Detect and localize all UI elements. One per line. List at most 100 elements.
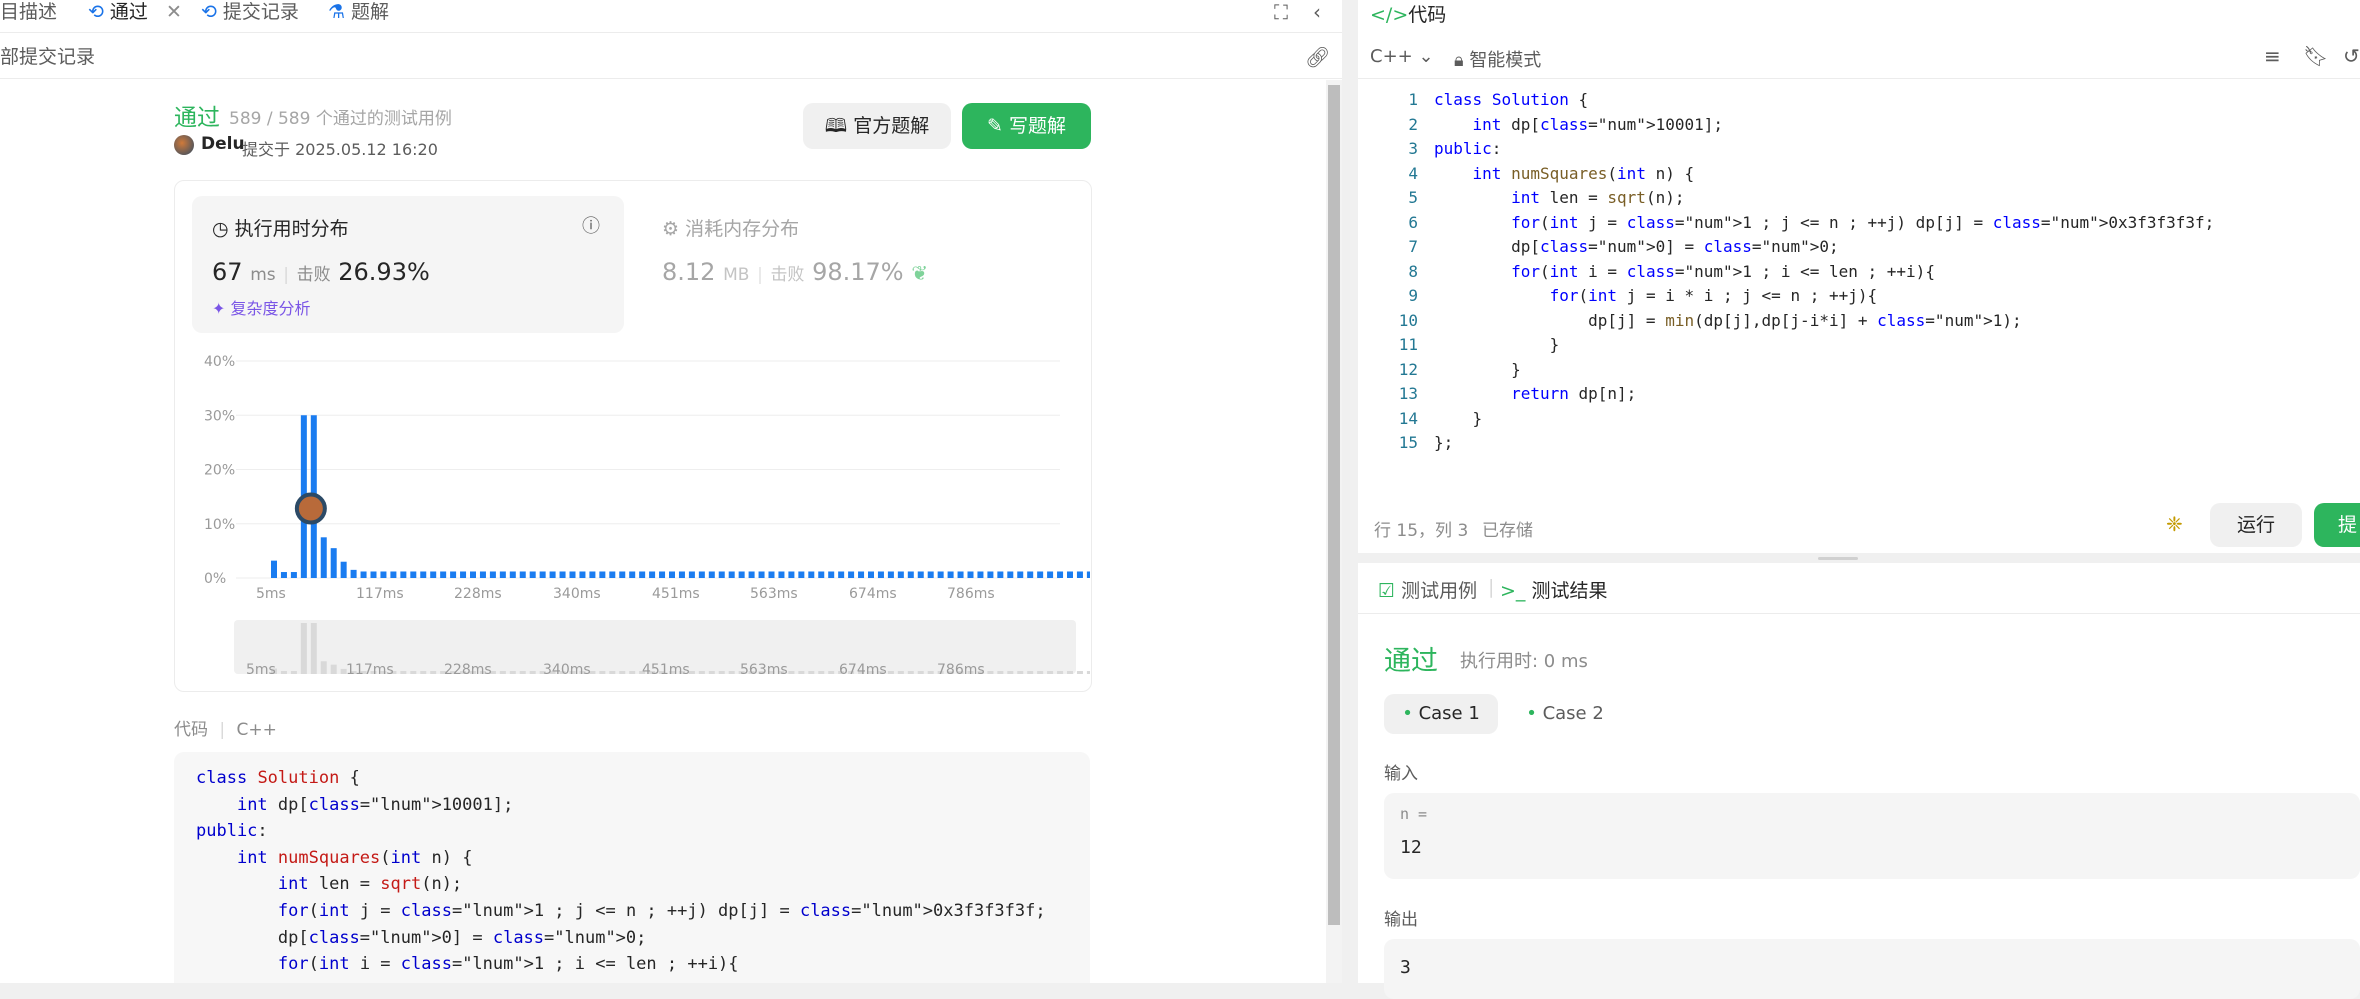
- chart-bar[interactable]: [987, 571, 994, 578]
- chart-bar[interactable]: [698, 571, 705, 578]
- tab-testcases[interactable]: ☑ 测试用例: [1378, 576, 1477, 603]
- chart-bar[interactable]: [818, 571, 825, 578]
- output-box[interactable]: 3: [1384, 939, 2360, 999]
- bookmark-icon[interactable]: 🔖︎: [2303, 44, 2328, 68]
- chart-bar[interactable]: [529, 571, 536, 578]
- chart-bar[interactable]: [410, 571, 417, 578]
- chart-bar[interactable]: [1037, 571, 1044, 578]
- complexity-analysis-link[interactable]: ✦ 复杂度分析: [212, 295, 311, 319]
- chart-bar[interactable]: [350, 569, 357, 578]
- chart-bar[interactable]: [798, 571, 805, 578]
- chart-bar[interactable]: [669, 571, 675, 578]
- chart-bar[interactable]: [868, 571, 874, 578]
- write-solution-button[interactable]: ✎ 写题解: [962, 103, 1091, 149]
- chart-bar[interactable]: [718, 571, 725, 578]
- chart-bar[interactable]: [599, 571, 606, 578]
- code-line[interactable]: }: [1434, 360, 1521, 379]
- chart-bar[interactable]: [1007, 571, 1014, 578]
- code-line[interactable]: }: [1434, 335, 1560, 354]
- chart-bar[interactable]: [828, 571, 835, 578]
- input-box[interactable]: n = 12: [1384, 793, 2360, 879]
- chart-bar[interactable]: [420, 571, 427, 578]
- memory-title[interactable]: ⚙ 消耗内存分布: [662, 214, 799, 241]
- chart-bar[interactable]: [887, 571, 894, 578]
- chart-bar[interactable]: [858, 571, 865, 578]
- code-line[interactable]: int len = sqrt(n);: [1434, 188, 1684, 207]
- chart-bar[interactable]: [290, 572, 297, 578]
- chart-bar[interactable]: [569, 571, 576, 578]
- chart-bar[interactable]: [957, 571, 964, 578]
- chart-bar[interactable]: [947, 571, 954, 578]
- chart-bar[interactable]: [758, 571, 765, 578]
- chart-bar[interactable]: [320, 537, 327, 578]
- chart-bar[interactable]: [1076, 571, 1083, 578]
- chart-bar[interactable]: [738, 571, 745, 578]
- chart-bar[interactable]: [1047, 571, 1054, 578]
- debug-icon[interactable]: ❈: [2166, 512, 2183, 536]
- scrollbar-thumb[interactable]: [1328, 85, 1340, 925]
- chart-bar[interactable]: [639, 571, 646, 578]
- code-line[interactable]: for(int i = class="num">1 ; i <= len ; +…: [1434, 262, 1935, 281]
- chart-bar[interactable]: [808, 571, 815, 578]
- code-line[interactable]: for(int j = class="num">1 ; j <= n ; ++j…: [1434, 213, 2214, 232]
- chart-bar[interactable]: [848, 571, 855, 578]
- smart-mode[interactable]: 🔒︎ 智能模式: [1454, 46, 1541, 72]
- chart-bar[interactable]: [549, 571, 556, 578]
- chart-bar[interactable]: [370, 571, 377, 578]
- chart-bar[interactable]: [997, 571, 1004, 578]
- run-button[interactable]: 运行: [2210, 503, 2302, 547]
- chart-bar[interactable]: [479, 571, 486, 578]
- chart-bar[interactable]: [489, 571, 496, 578]
- code-line[interactable]: public:: [1434, 139, 1501, 158]
- chart-bar[interactable]: [877, 571, 884, 578]
- chart-bar[interactable]: [688, 571, 695, 578]
- code-line[interactable]: int numSquares(int n) {: [1434, 164, 1695, 183]
- username[interactable]: Delu: [201, 134, 245, 154]
- chart-bar[interactable]: [629, 571, 636, 578]
- chart-bar[interactable]: [1086, 571, 1090, 578]
- chart-bar[interactable]: [519, 571, 526, 578]
- chart-bar[interactable]: [659, 571, 666, 578]
- chart-bar[interactable]: [917, 571, 924, 578]
- code-line[interactable]: for(int j = i * i ; j <= n ; ++j){: [1434, 286, 1878, 305]
- chart-bar[interactable]: [440, 571, 447, 578]
- submit-button[interactable]: 提: [2314, 503, 2360, 547]
- chart-bar[interactable]: [1067, 571, 1073, 578]
- tab-description[interactable]: 目描述: [0, 0, 57, 32]
- chart-bar[interactable]: [649, 571, 656, 578]
- code-line[interactable]: dp[class="num">0] = class="num">0;: [1434, 237, 1839, 256]
- tab-submissions[interactable]: ⟲ 提交记录: [201, 0, 299, 32]
- chart-bar[interactable]: [400, 571, 407, 578]
- chart-bar[interactable]: [470, 571, 476, 578]
- runtime-distribution-chart[interactable]: 0% 10% 20% 30% 40% 5ms 117ms 228ms 340ms 451ms 563…: [174, 340, 1090, 690]
- code-line[interactable]: }: [1434, 409, 1483, 428]
- code-line[interactable]: return dp[n];: [1434, 384, 1636, 403]
- tab-accepted[interactable]: ⟲ 通过 ✕: [88, 0, 182, 32]
- chart-bar[interactable]: [509, 571, 516, 578]
- language-select[interactable]: C++ ⌄: [1370, 46, 1434, 67]
- code-line[interactable]: int dp[class="num">10001];: [1434, 115, 1723, 134]
- chart-bar[interactable]: [708, 571, 715, 578]
- case-1-tab[interactable]: • Case 1: [1384, 694, 1498, 734]
- chart-bar[interactable]: [768, 571, 775, 578]
- chart-bar[interactable]: [967, 571, 974, 578]
- chart-bar[interactable]: [897, 571, 904, 578]
- official-solution-button[interactable]: 🕮︎ 官方题解: [803, 103, 951, 149]
- code-editor[interactable]: 1 class Solution {2 int dp[class="num">10…: [1358, 90, 2360, 460]
- chart-bar[interactable]: [937, 571, 944, 578]
- chart-bar[interactable]: [728, 571, 735, 578]
- tab-solutions[interactable]: ⚗ 题解: [328, 0, 389, 32]
- close-tab-icon[interactable]: ✕: [166, 1, 182, 23]
- chart-bar[interactable]: [430, 571, 437, 578]
- chart-bar[interactable]: [1057, 571, 1064, 578]
- chart-bar[interactable]: [609, 571, 616, 578]
- code-line[interactable]: class Solution {: [1434, 90, 1588, 109]
- chart-bar[interactable]: [748, 571, 755, 578]
- panel-resize-handle[interactable]: [1358, 553, 2360, 563]
- chart-bar[interactable]: [907, 571, 914, 578]
- chart-bar[interactable]: [330, 548, 337, 578]
- chart-bar[interactable]: [380, 571, 387, 578]
- all-submissions-link[interactable]: 部提交记录: [0, 36, 95, 78]
- chart-bar[interactable]: [539, 571, 546, 578]
- case-2-tab[interactable]: • Case 2: [1508, 694, 1622, 734]
